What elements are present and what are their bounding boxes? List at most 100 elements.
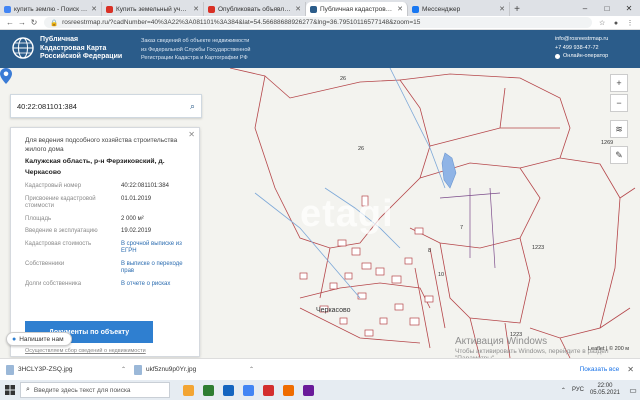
object-info-panel: ✕ Для ведения подсобного хозяйства строи… [10,127,200,357]
online-operator-link[interactable]: Онлайн-оператор [555,52,608,61]
info-row-value[interactable]: В отчете о рисках [121,281,195,289]
tab-title: купить землю - Поиск в Google [14,5,88,13]
info-row-value: 40:22:081101:384 [121,183,169,189]
chat-button[interactable]: ● Напишите нам [6,332,72,346]
zoom-out-button[interactable]: − [610,94,628,112]
tab-favicon-icon [208,5,215,13]
taskbar-app-icon[interactable] [258,380,278,400]
chevron-up-icon[interactable]: ⌃ [121,366,126,373]
contact-email[interactable]: info@rosreestrmap.ru [555,35,608,44]
browser-tab[interactable]: Публичная кадастровая карта✕ [306,2,408,16]
tray-up-icon[interactable]: ⌃ [561,387,566,394]
taskbar-app-icon[interactable] [178,380,198,400]
download-item[interactable]: ukf5znu9p0Yr.jpg ⌃ [134,364,254,375]
measure-pencil-icon[interactable]: ✎ [610,146,628,164]
address-bar: ← → ↻ 🔒 rosreestrmap.ru/?cadNumber=40%3A… [0,16,640,30]
info-row: Введение в эксплуатацию 19.02.2019 [25,228,195,236]
info-row-label: Кадастровая стоимость [25,240,92,247]
info-row: Кадастровый номер 40:22:081101:384 [25,183,195,191]
taskbar-apps [178,380,318,400]
window-controls: – □ ✕ [574,0,640,16]
object-address: Калужская область, р-н Ферзиковский, д. … [25,158,165,176]
reload-button[interactable]: ↻ [28,18,40,27]
browser-tabbar: купить землю - Поиск в Google✕Купить зем… [0,0,640,16]
back-button[interactable]: ← [4,18,16,27]
site-logo-text[interactable]: Публичная Кадастровая Карта Российской Ф… [40,36,122,62]
etagi-watermark: etagi [300,193,394,235]
menu-icon[interactable]: ⋮ [624,19,636,27]
taskbar-app-icon[interactable] [218,380,238,400]
parcel-label: 26 [358,146,365,152]
clock[interactable]: 22:00 05.05.2021 [590,383,620,397]
taskbar-app-icon[interactable] [278,380,298,400]
info-row: Долги собственника В отчете о рисках [25,281,195,289]
browser-tab[interactable]: Мессенджер ✕ [408,2,510,16]
info-row-label: Присвоение кадастровой стоимости [25,195,96,210]
info-row-value[interactable]: В выписке о переходе прав [121,261,195,276]
close-tab-icon[interactable]: ✕ [499,5,505,13]
zoom-in-button[interactable]: + [610,74,628,92]
cadastral-search: ⌕ [10,94,202,118]
chat-bubble-icon [555,53,560,59]
map-controls: + − ≋ ✎ [610,74,628,166]
browser-tab[interactable]: Купить земельный участок в Ф...✕ [102,2,204,16]
tab-title: Мессенджер [422,5,461,13]
taskbar-app-icon[interactable] [298,380,318,400]
info-row-label: Площадь [25,215,52,222]
location-pin-icon[interactable] [0,68,12,84]
info-row-label: Введение в эксплуатацию [25,228,98,234]
close-window-button[interactable]: ✕ [618,4,640,13]
tab-favicon-icon [4,5,11,13]
info-row-value: 01.01.2019 [121,195,152,202]
new-tab-button[interactable]: + [510,2,524,16]
parcel-label: 7 [460,225,464,231]
close-tab-icon[interactable]: ✕ [295,5,301,13]
close-tab-icon[interactable]: ✕ [193,5,199,13]
info-row: Собственники В выписке о переходе прав [25,261,195,276]
search-icon[interactable]: ⌕ [190,101,195,112]
layers-icon[interactable]: ≋ [610,120,628,138]
maximize-button[interactable]: □ [596,4,618,13]
notifications-icon[interactable]: ▭ [626,386,640,395]
taskbar-app-icon[interactable] [198,380,218,400]
info-row-value[interactable]: В срочной выписке из ЕГРН [121,241,195,256]
close-icon[interactable]: ✕ [188,130,195,139]
profile-icon[interactable]: ● [610,20,622,27]
taskbar-app-icon[interactable] [238,380,258,400]
url-field[interactable]: 🔒 rosreestrmap.ru/?cadNumber=40%3A22%3A0… [44,17,593,28]
star-icon[interactable]: ☆ [596,19,608,27]
browser-tab[interactable]: купить землю - Поиск в Google✕ [0,2,102,16]
header-contacts: info@rosreestrmap.ru +7 499 938-47-72 Он… [555,35,608,61]
close-downloads-icon[interactable]: ✕ [627,365,634,374]
lock-icon: 🔒 [50,19,59,27]
info-footer-link[interactable]: Осуществляем сбор сведений о недвижимост… [25,348,146,354]
download-item[interactable]: 3HCLY3P-ZSQ.jpg ⌃ [6,364,126,375]
search-icon: ⌕ [26,386,30,393]
info-row: Присвоение кадастровой стоимости 01.01.20… [25,196,195,211]
search-input[interactable] [17,101,190,111]
chat-icon: ● [12,335,17,343]
close-tab-icon[interactable]: ✕ [91,5,97,13]
parcel-label: 8 [428,248,432,254]
windows-start-icon[interactable] [0,380,20,400]
image-file-icon [6,364,14,375]
chevron-up-icon[interactable]: ⌃ [249,366,254,373]
close-tab-icon[interactable]: ✕ [397,5,403,13]
minimize-button[interactable]: – [574,4,596,13]
browser-tab[interactable]: Опубликовать объявление ✕ [204,2,306,16]
site-header: Публичная Кадастровая Карта Российской Ф… [0,30,640,68]
info-row-label: Долги собственника [25,280,82,287]
land-purpose: Для ведения подсобного хозяйства строите… [25,137,178,153]
taskbar-search[interactable]: ⌕ Введите здесь текст для поиска [20,382,170,398]
info-row-label: Собственники [25,260,65,267]
tab-title: Публичная кадастровая карта [320,5,394,13]
info-row-value: 19.02.2019 [121,228,152,234]
tab-title: Купить земельный участок в Ф... [116,5,191,13]
language-indicator[interactable]: РУС [572,387,584,393]
globe-logo-icon[interactable] [12,36,34,60]
image-file-icon [134,364,142,375]
show-all-downloads[interactable]: Показать все [580,366,620,373]
tab-favicon-icon [310,5,317,13]
forward-button[interactable]: → [16,18,28,27]
contact-phone[interactable]: +7 499 938-47-72 [555,44,608,53]
